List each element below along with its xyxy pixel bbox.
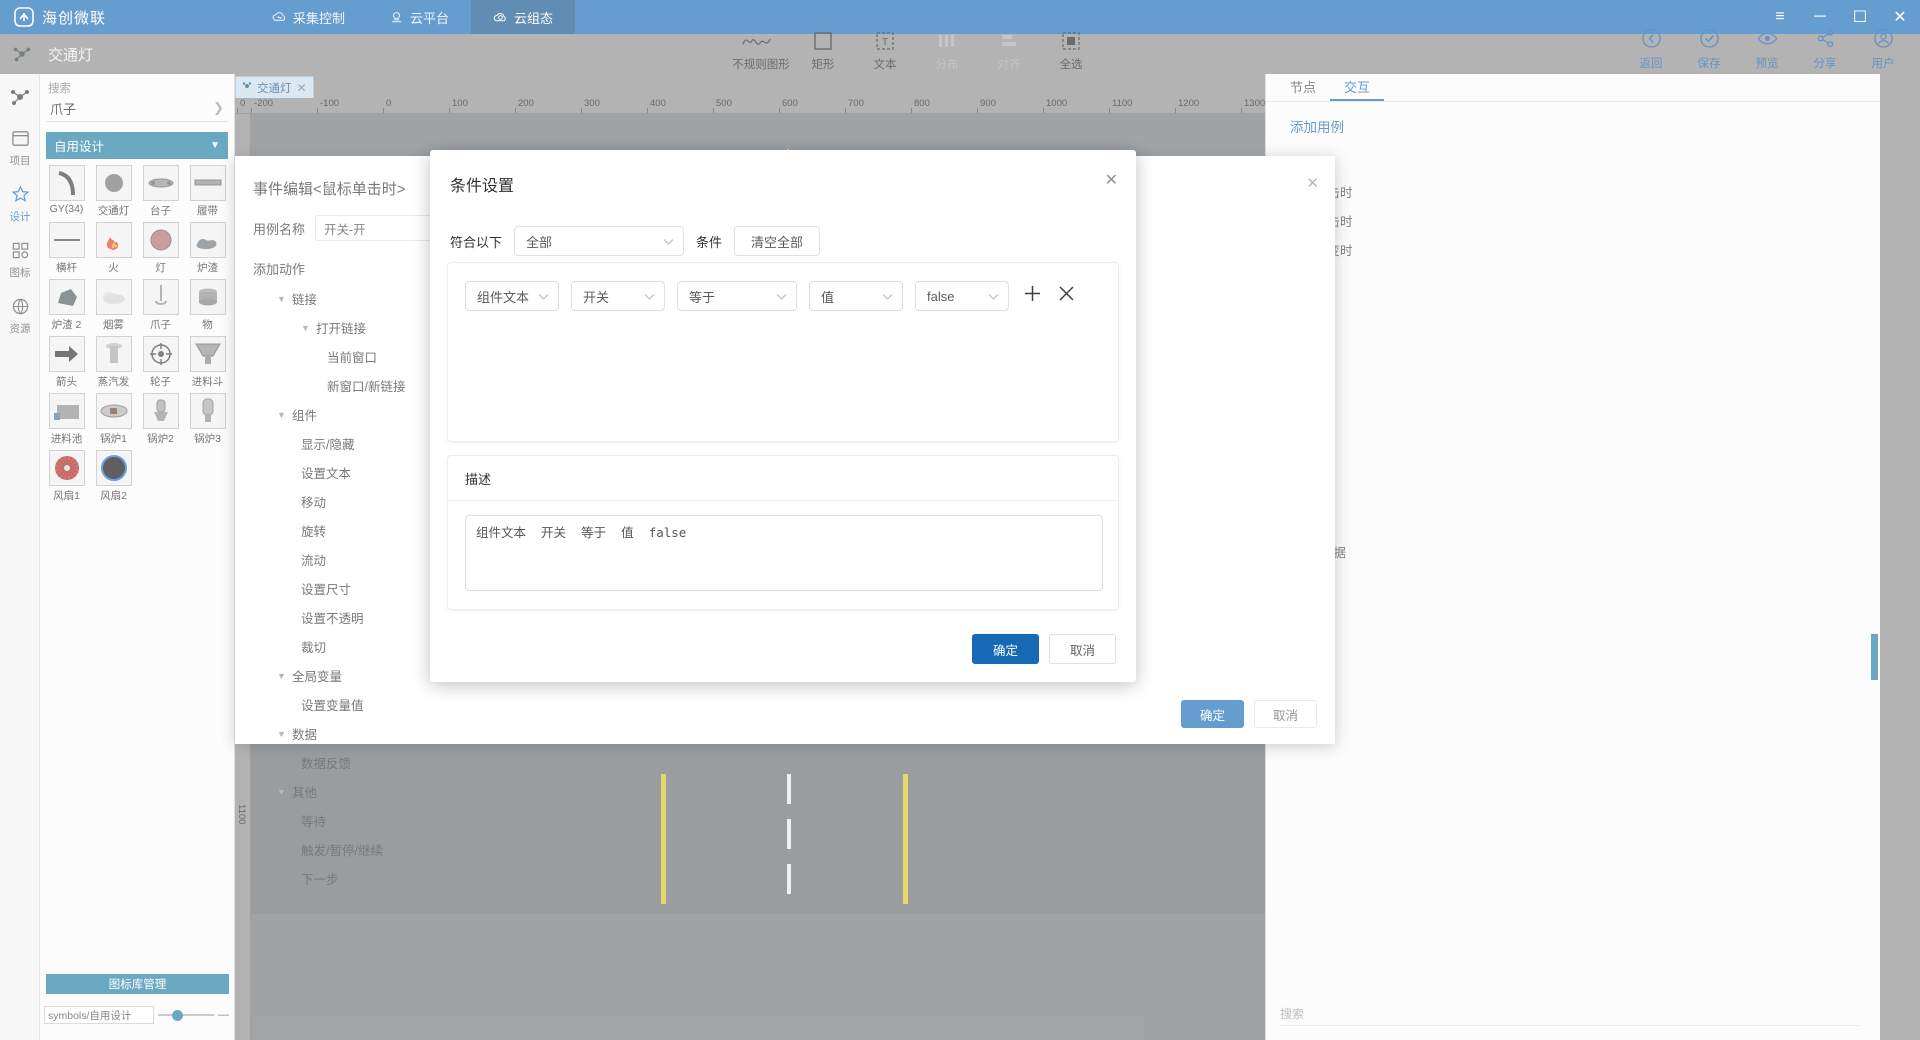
add-condition-button[interactable] bbox=[1021, 285, 1043, 307]
description-header: 描述 bbox=[448, 456, 1118, 501]
chevron-down-icon bbox=[988, 289, 999, 304]
match-select[interactable]: 全部 bbox=[514, 226, 685, 256]
condition-word: 条件 bbox=[696, 234, 723, 250]
compare-value-select[interactable]: false bbox=[915, 281, 1009, 311]
plus-icon bbox=[1023, 284, 1042, 308]
modal-footer: 确定 取消 bbox=[971, 634, 1116, 664]
match-label: 符合以下 bbox=[450, 234, 503, 250]
compare-kind-select[interactable]: 值 bbox=[809, 281, 903, 311]
chevron-down-icon bbox=[776, 289, 787, 304]
conditions-card: 组件文本 开关 等于 值 false bbox=[447, 262, 1119, 442]
chevron-down-icon bbox=[663, 234, 674, 249]
close-icon bbox=[1057, 284, 1076, 308]
description-card: 描述 bbox=[447, 455, 1119, 610]
operator-value: 等于 bbox=[689, 289, 716, 305]
description-textarea[interactable] bbox=[465, 515, 1103, 591]
chevron-down-icon bbox=[644, 289, 655, 304]
condition-settings-dialog: 条件设置 ✕ 符合以下 全部 条件 清空全部 组件文本 开关 等于 值 fals… bbox=[430, 150, 1136, 682]
modal-cancel-button[interactable]: 取消 bbox=[1048, 634, 1116, 664]
modal-close-icon[interactable]: ✕ bbox=[1105, 170, 1118, 190]
chevron-down-icon bbox=[882, 289, 893, 304]
field-type-value: 组件文本 bbox=[477, 289, 530, 305]
operator-select[interactable]: 等于 bbox=[677, 281, 797, 311]
match-row: 符合以下 全部 条件 清空全部 bbox=[430, 196, 1136, 256]
remove-condition-button[interactable] bbox=[1055, 285, 1077, 307]
compare-value: false bbox=[927, 288, 955, 304]
modal-confirm-button[interactable]: 确定 bbox=[971, 634, 1039, 664]
target-select[interactable]: 开关 bbox=[571, 281, 665, 311]
field-type-select[interactable]: 组件文本 bbox=[465, 281, 559, 311]
chevron-down-icon bbox=[538, 289, 549, 304]
compare-kind-value: 值 bbox=[821, 289, 835, 305]
match-select-value: 全部 bbox=[526, 234, 553, 250]
condition-row: 组件文本 开关 等于 值 false bbox=[448, 263, 1118, 311]
target-value: 开关 bbox=[583, 289, 610, 305]
modal-title: 条件设置 bbox=[450, 178, 515, 195]
clear-all-button[interactable]: 清空全部 bbox=[734, 226, 821, 256]
